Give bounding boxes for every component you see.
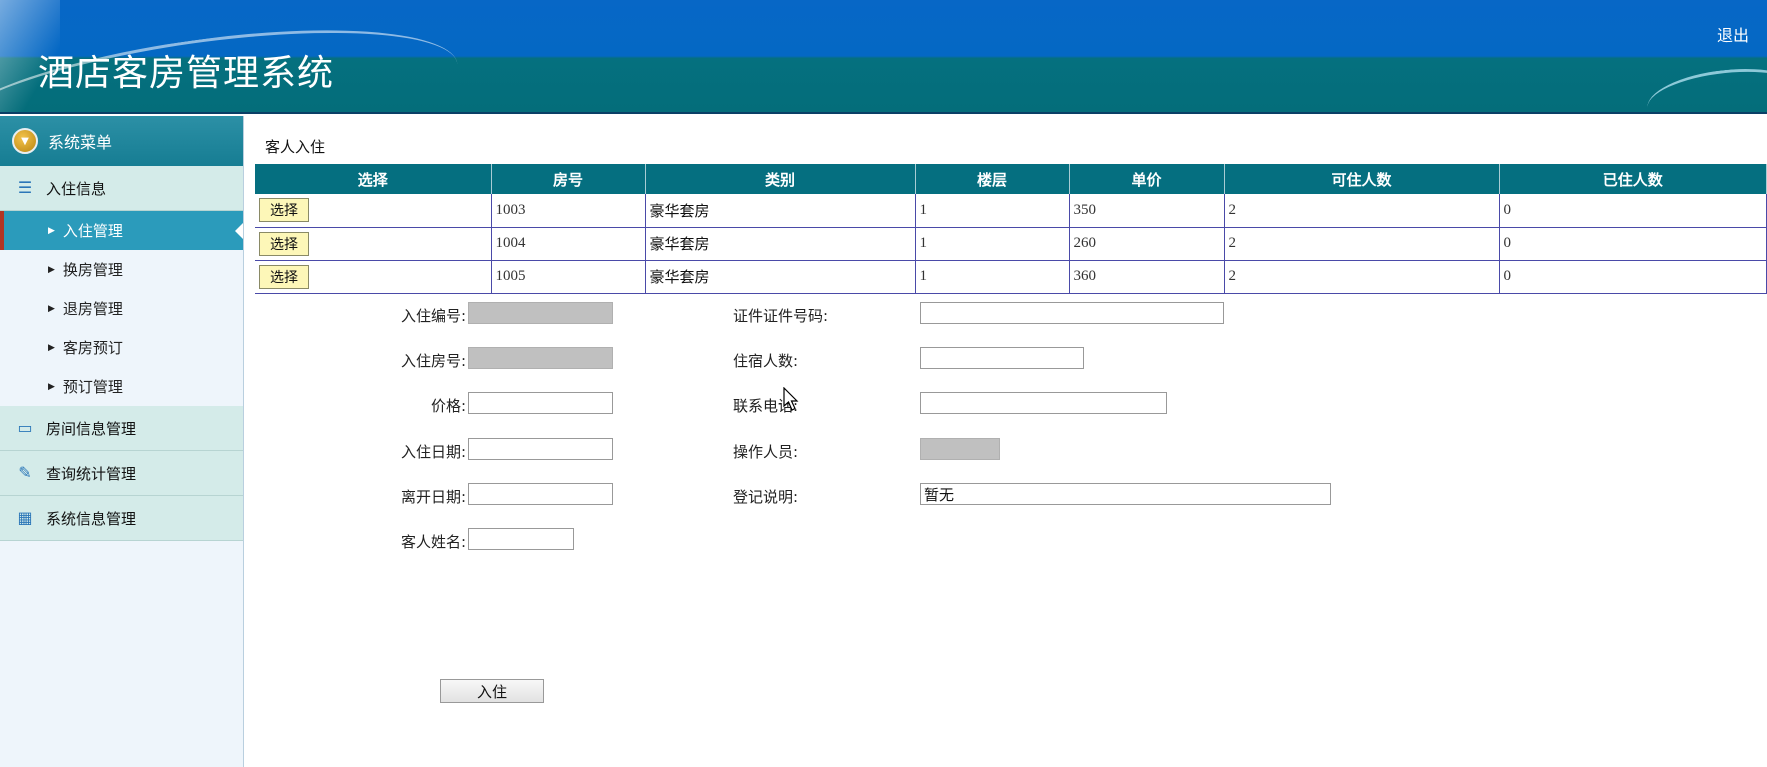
column-header: 选择 bbox=[255, 164, 492, 194]
section-label: 入住信息 bbox=[46, 179, 107, 198]
checkin-no-input[interactable] bbox=[468, 302, 613, 324]
caret-right-icon: ▶ bbox=[48, 303, 55, 314]
note-input[interactable] bbox=[920, 483, 1331, 505]
section-system-info[interactable]: ▦ 系统信息管理 bbox=[0, 496, 243, 541]
price-cell: 360 bbox=[1069, 260, 1225, 294]
sidebar-item-label: 退房管理 bbox=[62, 300, 123, 318]
guests-label: 住宿人数: bbox=[733, 352, 799, 370]
menu-title: 系统菜单 bbox=[48, 133, 113, 152]
occupied-cell: 0 bbox=[1499, 194, 1767, 228]
price-cell: 350 bbox=[1069, 194, 1225, 228]
section-label: 查询统计管理 bbox=[46, 464, 137, 483]
select-room-button[interactable]: 选择 bbox=[259, 198, 309, 223]
operator-input[interactable] bbox=[920, 438, 1000, 460]
price-label: 价格: bbox=[431, 397, 467, 415]
sidebar-item-label: 预订管理 bbox=[62, 378, 123, 396]
select-cell: 选择 bbox=[255, 260, 492, 294]
chevron-down-icon: ▼ bbox=[12, 128, 38, 154]
capacity-cell: 2 bbox=[1224, 260, 1500, 294]
app-header: 酒店客房管理系统 退出 bbox=[0, 0, 1767, 114]
sidebar-item-room-booking[interactable]: ▶ 客房预订 bbox=[0, 328, 243, 367]
leave-date-label: 离开日期: bbox=[401, 488, 467, 506]
table-header-row: 选择 房号 类别 楼层 单价 可住人数 已住人数 bbox=[255, 164, 1767, 194]
checkin-date-input[interactable] bbox=[468, 438, 613, 460]
floor-cell: 1 bbox=[915, 227, 1070, 261]
price-input[interactable] bbox=[468, 392, 613, 414]
floor-cell: 1 bbox=[915, 194, 1070, 228]
room-no-input[interactable] bbox=[468, 347, 613, 369]
note-label: 登记说明: bbox=[733, 488, 799, 506]
guests-input[interactable] bbox=[920, 347, 1084, 369]
main-content: 客人入住 选择 房号 类别 楼层 单价 可住人数 已住人数 选择 1003 豪华… bbox=[255, 116, 1767, 767]
phone-input[interactable] bbox=[920, 392, 1167, 414]
column-header: 楼层 bbox=[915, 164, 1070, 194]
floor-cell: 1 bbox=[915, 260, 1070, 294]
column-header: 已住人数 bbox=[1499, 164, 1767, 194]
section-query-stats[interactable]: ✎ 查询统计管理 bbox=[0, 451, 243, 496]
checkin-date-label: 入住日期: bbox=[401, 443, 467, 461]
guest-name-label: 客人姓名: bbox=[401, 533, 467, 551]
sidebar: ▼ 系统菜单 ☰ 入住信息 ▶ 入住管理 ▶ 换房管理 ▶ 退房管理 ▶ 客房预… bbox=[0, 116, 244, 767]
room-no-label: 入住房号: bbox=[401, 352, 467, 370]
category-cell: 豪华套房 bbox=[645, 194, 916, 228]
caret-right-icon: ▶ bbox=[48, 225, 55, 236]
capacity-cell: 2 bbox=[1224, 227, 1500, 261]
breadcrumb: 客人入住 bbox=[265, 138, 326, 156]
chat-icon: ▭ bbox=[17, 418, 33, 437]
submenu: ▶ 入住管理 ▶ 换房管理 ▶ 退房管理 ▶ 客房预订 ▶ 预订管理 bbox=[0, 211, 243, 406]
sidebar-item-label: 客房预订 bbox=[62, 339, 123, 357]
logout-link[interactable]: 退出 bbox=[1717, 22, 1749, 46]
menu-header[interactable]: ▼ 系统菜单 bbox=[0, 116, 243, 166]
column-header: 单价 bbox=[1069, 164, 1225, 194]
mouse-cursor-icon bbox=[783, 387, 799, 411]
header-decoration bbox=[1644, 61, 1767, 112]
select-room-button[interactable]: 选择 bbox=[259, 231, 309, 256]
sidebar-item-change-room[interactable]: ▶ 换房管理 bbox=[0, 250, 243, 289]
room-no-cell: 1004 bbox=[491, 227, 646, 261]
checkin-submit-button[interactable]: 入住 bbox=[440, 679, 544, 703]
category-cell: 豪华套房 bbox=[645, 260, 916, 294]
calendar-icon: ▦ bbox=[17, 508, 33, 527]
caret-right-icon: ▶ bbox=[48, 342, 55, 353]
category-cell: 豪华套房 bbox=[645, 227, 916, 261]
sidebar-item-checkin-manage[interactable]: ▶ 入住管理 bbox=[0, 211, 243, 250]
section-label: 房间信息管理 bbox=[46, 419, 137, 438]
sidebar-item-checkout[interactable]: ▶ 退房管理 bbox=[0, 289, 243, 328]
operator-label: 操作人员: bbox=[733, 443, 799, 461]
select-cell: 选择 bbox=[255, 194, 492, 228]
sidebar-item-label: 换房管理 bbox=[62, 261, 123, 279]
room-no-cell: 1003 bbox=[491, 194, 646, 228]
capacity-cell: 2 bbox=[1224, 194, 1500, 228]
edit-icon: ✎ bbox=[18, 463, 32, 482]
app-title: 酒店客房管理系统 bbox=[38, 53, 335, 94]
occupied-cell: 0 bbox=[1499, 260, 1767, 294]
select-cell: 选择 bbox=[255, 227, 492, 261]
section-checkin-info[interactable]: ☰ 入住信息 bbox=[0, 166, 243, 211]
price-cell: 260 bbox=[1069, 227, 1225, 261]
sidebar-item-booking-manage[interactable]: ▶ 预订管理 bbox=[0, 367, 243, 406]
guest-name-input[interactable] bbox=[468, 528, 574, 550]
column-header: 可住人数 bbox=[1224, 164, 1500, 194]
caret-right-icon: ▶ bbox=[48, 264, 55, 275]
table-row: 选择 1004 豪华套房 1 260 2 0 bbox=[255, 227, 1767, 261]
section-label: 系统信息管理 bbox=[46, 509, 137, 528]
leave-date-input[interactable] bbox=[468, 483, 613, 505]
id-no-label: 证件证件号码: bbox=[733, 307, 829, 325]
select-room-button[interactable]: 选择 bbox=[259, 264, 309, 289]
occupied-cell: 0 bbox=[1499, 227, 1767, 261]
room-no-cell: 1005 bbox=[491, 260, 646, 294]
table-row: 选择 1003 豪华套房 1 350 2 0 bbox=[255, 194, 1767, 228]
caret-right-icon: ▶ bbox=[48, 381, 55, 392]
table-row: 选择 1005 豪华套房 1 360 2 0 bbox=[255, 260, 1767, 294]
rooms-table: 选择 房号 类别 楼层 单价 可住人数 已住人数 选择 1003 豪华套房 1 … bbox=[255, 164, 1767, 294]
column-header: 房号 bbox=[491, 164, 646, 194]
column-header: 类别 bbox=[645, 164, 916, 194]
id-no-input[interactable] bbox=[920, 302, 1224, 324]
checkin-no-label: 入住编号: bbox=[401, 307, 467, 325]
sidebar-item-label: 入住管理 bbox=[62, 222, 123, 240]
list-icon: ☰ bbox=[17, 178, 33, 197]
section-room-info[interactable]: ▭ 房间信息管理 bbox=[0, 406, 243, 451]
